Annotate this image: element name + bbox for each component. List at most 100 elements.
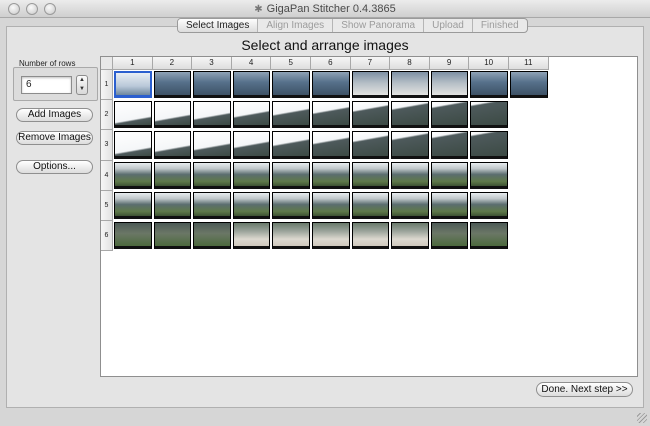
image-thumbnail[interactable] (232, 161, 271, 189)
image-thumbnail[interactable] (272, 161, 310, 189)
image-thumbnail[interactable] (312, 131, 350, 159)
column-header: 5 (271, 57, 311, 70)
image-thumbnail[interactable] (232, 191, 271, 219)
image-thumbnail[interactable] (391, 161, 429, 189)
image-thumbnail[interactable] (391, 131, 429, 159)
tab-upload[interactable]: Upload (424, 19, 473, 32)
image-thumbnail[interactable] (430, 101, 469, 129)
image-thumbnail[interactable] (232, 131, 271, 159)
remove-images-button[interactable]: Remove Images (16, 131, 93, 145)
rows-input[interactable]: 6 (21, 76, 72, 94)
tab-show-panorama[interactable]: Show Panorama (333, 19, 425, 32)
column-header: 10 (469, 57, 509, 70)
step-tabs: Select Images Align Images Show Panorama… (177, 18, 528, 33)
image-thumbnail[interactable] (114, 222, 152, 250)
image-thumbnail[interactable] (470, 191, 508, 219)
image-thumbnail[interactable] (351, 222, 390, 250)
image-thumbnail[interactable] (114, 101, 152, 129)
image-thumbnail[interactable] (232, 222, 271, 250)
column-header: 8 (390, 57, 430, 70)
stitcher-app-icon: ✱ (254, 4, 263, 15)
page-title: Select and arrange images (241, 37, 409, 53)
image-thumbnail[interactable] (351, 191, 390, 219)
column-header: 4 (231, 57, 272, 70)
image-thumbnail[interactable] (430, 71, 469, 99)
row-header: 5 (101, 190, 113, 221)
image-thumbnail[interactable] (193, 222, 231, 250)
image-thumbnail[interactable] (430, 131, 469, 159)
image-thumbnail[interactable] (312, 191, 350, 219)
column-header: 9 (429, 57, 470, 70)
image-thumbnail[interactable] (272, 131, 310, 159)
image-thumbnail[interactable] (312, 71, 350, 99)
window-title: ✱ GigaPan Stitcher 0.4.3865 (0, 3, 650, 15)
image-thumbnail[interactable] (153, 71, 192, 99)
image-thumbnail[interactable] (312, 161, 350, 189)
image-thumbnail[interactable] (470, 222, 508, 250)
next-step-button[interactable]: Done. Next step >> (536, 382, 633, 397)
image-thumbnail[interactable] (391, 71, 429, 99)
rows-group: 6 ▲ ▼ (13, 67, 98, 101)
image-thumbnail[interactable] (153, 101, 192, 129)
image-thumbnail[interactable] (510, 71, 548, 99)
image-thumbnail[interactable] (351, 101, 390, 129)
image-thumbnail[interactable] (391, 191, 429, 219)
rows-stepper[interactable]: ▲ ▼ (76, 75, 88, 95)
image-thumbnail[interactable] (391, 222, 429, 250)
image-thumbnail[interactable] (272, 101, 310, 129)
column-header: 11 (509, 57, 549, 70)
image-thumbnail[interactable] (232, 71, 271, 99)
row-header: 1 (101, 70, 113, 101)
image-thumbnail[interactable] (351, 161, 390, 189)
image-grid[interactable]: 1 2 3 4 5 6 7 8 9 10 11 1 2 3 4 5 6 (100, 56, 638, 377)
image-thumbnail[interactable] (470, 131, 508, 159)
image-thumbnail[interactable] (153, 161, 192, 189)
row-header: 4 (101, 160, 113, 191)
image-thumbnail[interactable] (470, 161, 508, 189)
image-thumbnail[interactable] (430, 222, 469, 250)
image-thumbnail[interactable] (193, 161, 231, 189)
image-thumbnail[interactable] (391, 101, 429, 129)
image-thumbnail[interactable] (312, 222, 350, 250)
image-thumbnail[interactable] (114, 71, 152, 99)
tab-align-images[interactable]: Align Images (258, 19, 334, 32)
column-header: 1 (113, 57, 153, 70)
column-header: 6 (311, 57, 351, 70)
row-header: 2 (101, 100, 113, 131)
image-thumbnail[interactable] (193, 131, 231, 159)
image-thumbnail[interactable] (193, 191, 231, 219)
options-button[interactable]: Options... (16, 160, 93, 174)
image-thumbnail[interactable] (153, 131, 192, 159)
resize-grip-icon[interactable] (637, 413, 647, 423)
image-thumbnail[interactable] (272, 71, 310, 99)
tab-finished[interactable]: Finished (473, 19, 527, 32)
row-header: 3 (101, 130, 113, 161)
image-thumbnail[interactable] (232, 101, 271, 129)
image-thumbnail[interactable] (272, 191, 310, 219)
image-thumbnail[interactable] (351, 71, 390, 99)
window-titlebar: ✱ GigaPan Stitcher 0.4.3865 (0, 0, 650, 18)
grid-corner (101, 57, 113, 70)
image-thumbnail[interactable] (153, 191, 192, 219)
column-header: 7 (350, 57, 391, 70)
image-thumbnail[interactable] (351, 131, 390, 159)
image-thumbnail[interactable] (114, 161, 152, 189)
image-thumbnail[interactable] (272, 222, 310, 250)
image-thumbnail[interactable] (430, 191, 469, 219)
image-thumbnail[interactable] (312, 101, 350, 129)
row-header: 6 (101, 221, 113, 252)
column-header: 2 (152, 57, 193, 70)
image-thumbnail[interactable] (114, 191, 152, 219)
image-thumbnail[interactable] (193, 71, 231, 99)
image-thumbnail[interactable] (114, 131, 152, 159)
image-thumbnail[interactable] (193, 101, 231, 129)
image-thumbnail[interactable] (153, 222, 192, 250)
stepper-up-icon[interactable]: ▲ (77, 76, 87, 85)
stepper-down-icon[interactable]: ▼ (77, 85, 87, 94)
image-thumbnail[interactable] (470, 101, 508, 129)
column-header: 3 (192, 57, 232, 70)
tab-select-images[interactable]: Select Images (178, 19, 259, 32)
image-thumbnail[interactable] (430, 161, 469, 189)
add-images-button[interactable]: Add Images (16, 108, 93, 122)
image-thumbnail[interactable] (470, 71, 508, 99)
